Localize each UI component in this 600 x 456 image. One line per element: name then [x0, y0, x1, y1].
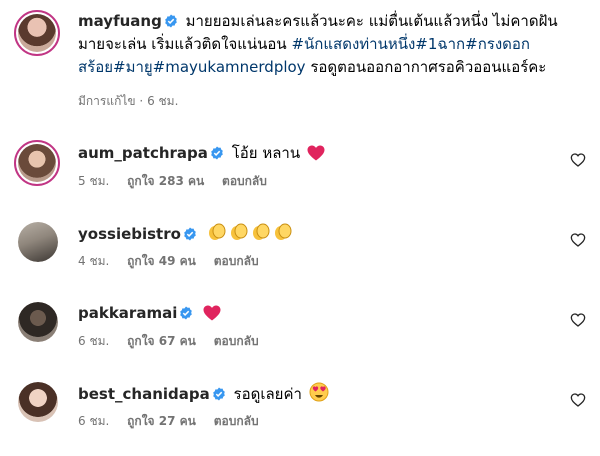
verified-badge-icon [212, 387, 225, 401]
avatar[interactable] [18, 302, 58, 342]
comment-likes[interactable]: ถูกใจ 67 คน [127, 334, 196, 348]
avatar[interactable] [18, 222, 58, 262]
comment-item: yossiebistro 4 ชม. ถูกใจ 49 คน ตอบกลับ [14, 220, 590, 290]
comment-item: best_chanidapa รอดูเลยค่า 6 ชม. ถูกใจ 27… [14, 380, 590, 450]
comment-text: รอดูเลยค่า [233, 385, 302, 403]
comment-time: 5 ชม. [78, 174, 110, 188]
comment-meta: 5 ชม. ถูกใจ 283 คน ตอบกลับ [78, 172, 281, 191]
reply-button[interactable]: ตอบกลับ [214, 254, 259, 268]
clapping-hands-icon [230, 223, 248, 240]
comment-time: 6 ชม. [78, 334, 110, 348]
comment-likes[interactable]: ถูกใจ 283 คน [127, 174, 204, 188]
verified-badge-icon [184, 227, 196, 241]
comment-likes[interactable]: ถูกใจ 49 คน [127, 254, 196, 268]
comment-likes[interactable]: ถูกใจ 27 คน [127, 414, 196, 428]
comment-meta: 6 ชม. ถูกใจ 67 คน ตอบกลับ [78, 332, 273, 351]
clapping-hands-emoji [205, 223, 293, 243]
reply-button[interactable]: ตอบกลับ [214, 334, 259, 348]
clapping-hands-icon [252, 223, 270, 240]
avatar[interactable] [18, 382, 58, 422]
reply-button[interactable]: ตอบกลับ [222, 174, 267, 188]
like-heart-icon[interactable] [570, 152, 586, 168]
verified-badge-icon [211, 146, 223, 160]
comment-body: pakkaramai [78, 302, 221, 324]
comment-username[interactable]: best_chanidapa [78, 385, 210, 403]
verified-badge-icon [165, 14, 177, 28]
edited-label: มีการแก้ไข [78, 94, 136, 108]
comment-body: aum_patchrapa โอ้ย หลาน [78, 142, 325, 164]
comment-meta: 4 ชม. ถูกใจ 49 คน ตอบกลับ [78, 252, 273, 271]
comment-time: 4 ชม. [78, 254, 110, 268]
comment-item: aum_patchrapa โอ้ย หลาน 5 ชม. ถูกใจ 283 … [14, 140, 590, 210]
reply-button[interactable]: ตอบกลับ [214, 414, 259, 428]
red-heart-icon [307, 145, 325, 161]
like-heart-icon[interactable] [570, 232, 586, 248]
comment-body: yossiebistro [78, 222, 293, 245]
caption-text: mayfuang มายยอมเล่นละครแล้วนะคะ แม่ตื่นเ… [78, 10, 578, 79]
caption-body-end: รอดูตอนออกอากาศรอคิวออนแอร์คะ [310, 58, 547, 76]
comment-meta: 6 ชม. ถูกใจ 27 คน ตอบกลับ [78, 412, 273, 431]
comment-body: best_chanidapa รอดูเลยค่า [78, 382, 329, 405]
comment-text: โอ้ย หลาน [231, 144, 301, 162]
comment-username[interactable]: pakkaramai [78, 304, 177, 322]
clapping-hands-icon [274, 223, 292, 240]
comment-item: pakkaramai 6 ชม. ถูกใจ 67 คน ตอบกลับ [14, 300, 590, 370]
caption-username[interactable]: mayfuang [78, 12, 162, 30]
caption-meta: มีการแก้ไข · 6 ชม. [78, 94, 179, 108]
caption-time: 6 ชม. [147, 94, 179, 108]
comment-username[interactable]: yossiebistro [78, 225, 181, 243]
avatar[interactable] [14, 140, 60, 186]
heart-eyes-icon [309, 382, 329, 402]
like-heart-icon[interactable] [570, 312, 586, 328]
comment-time: 6 ชม. [78, 414, 110, 428]
clapping-hands-icon [208, 223, 226, 240]
verified-badge-icon [180, 306, 193, 320]
avatar[interactable] [14, 10, 60, 56]
comment-username[interactable]: aum_patchrapa [78, 144, 208, 162]
red-heart-icon [203, 305, 221, 321]
like-heart-icon[interactable] [570, 392, 586, 408]
